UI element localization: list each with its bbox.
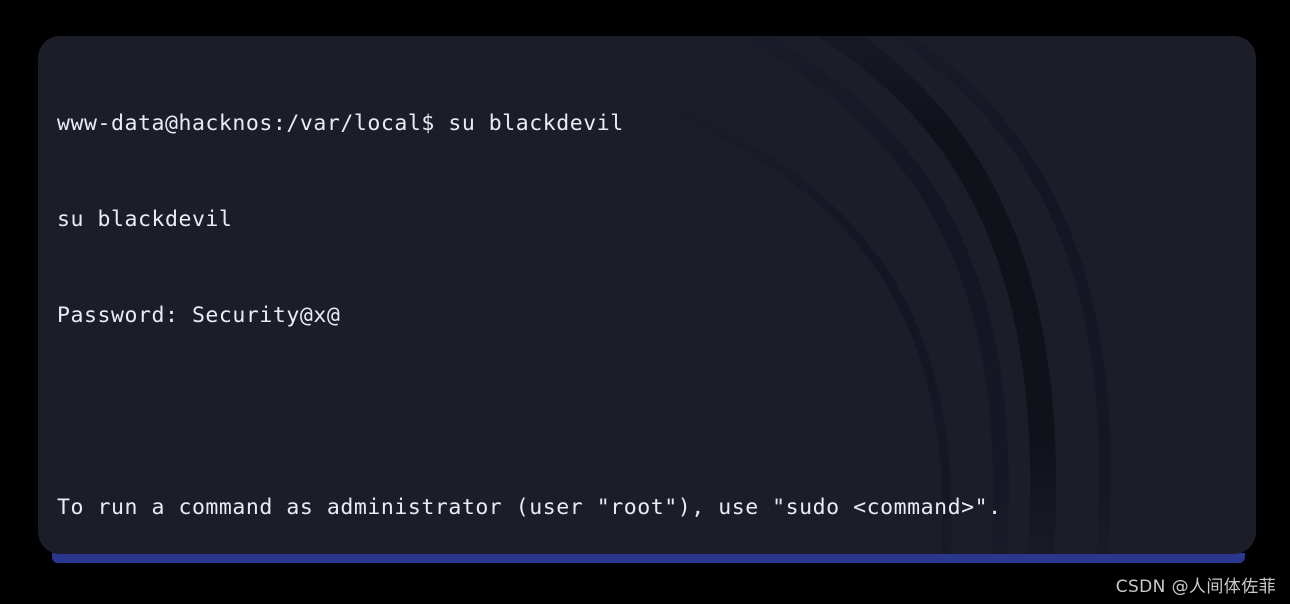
- terminal-window[interactable]: www-data@hacknos:/var/local$ su blackdev…: [38, 36, 1256, 554]
- csdn-watermark: CSDN @人间体佐菲: [1115, 577, 1276, 597]
- terminal-line: Password: Security@x@: [57, 303, 341, 328]
- terminal-line: To run a command as administrator (user …: [57, 495, 1002, 520]
- terminal-line: www-data@hacknos:/var/local$ su blackdev…: [57, 111, 624, 136]
- terminal-output: www-data@hacknos:/var/local$ su blackdev…: [57, 44, 1248, 554]
- terminal-line: su blackdevil: [57, 207, 233, 232]
- terminal-accent-bar: [52, 553, 1245, 563]
